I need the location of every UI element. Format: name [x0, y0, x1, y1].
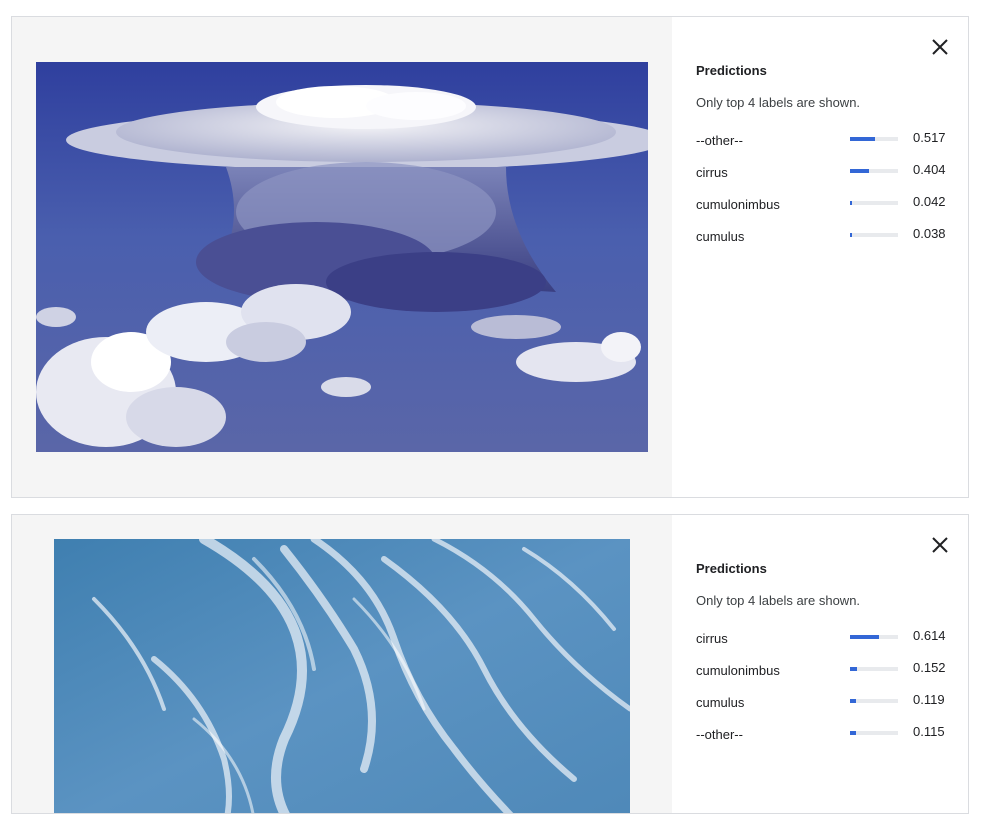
prediction-label: cumulus: [696, 229, 745, 244]
close-icon: [932, 39, 948, 55]
prediction-score: 0.404: [913, 162, 946, 177]
prediction-bar-fill: [850, 233, 852, 237]
prediction-bar-fill: [850, 137, 875, 141]
prediction-bar-fill: [850, 635, 879, 639]
image-pane: [12, 17, 672, 497]
prediction-bar-fill: [850, 699, 856, 703]
prediction-bar: [850, 699, 898, 703]
cirrus-cloud-image: [54, 539, 630, 813]
cumulonimbus-cloud-image: [36, 62, 648, 452]
prediction-bar-fill: [850, 667, 857, 671]
close-icon: [932, 537, 948, 553]
prediction-card-2: Predictions Only top 4 labels are shown.…: [11, 514, 969, 814]
prediction-bar-fill: [850, 731, 856, 735]
prediction-score: 0.119: [913, 692, 945, 707]
prediction-label: --other--: [696, 133, 743, 148]
prediction-row: cumulus 0.119: [696, 692, 948, 724]
prediction-score: 0.517: [913, 130, 946, 145]
prediction-card-1: Predictions Only top 4 labels are shown.…: [11, 16, 969, 498]
predictions-pane: Predictions Only top 4 labels are shown.…: [672, 515, 968, 813]
predictions-note: Only top 4 labels are shown.: [696, 95, 861, 110]
prediction-row: --other-- 0.115: [696, 724, 948, 756]
prediction-score: 0.115: [913, 724, 945, 739]
prediction-score: 0.614: [913, 628, 946, 643]
prediction-bar: [850, 667, 898, 671]
image-pane: [12, 515, 672, 813]
close-button[interactable]: [928, 35, 952, 59]
prediction-bar: [850, 169, 898, 173]
prediction-score: 0.042: [913, 194, 946, 209]
prediction-bar-fill: [850, 169, 869, 173]
prediction-row: cumulonimbus 0.042: [696, 194, 948, 226]
prediction-bar: [850, 137, 898, 141]
prediction-score: 0.152: [913, 660, 946, 675]
prediction-bar: [850, 201, 898, 205]
prediction-row: cirrus 0.404: [696, 162, 948, 194]
prediction-row: cumulus 0.038: [696, 226, 948, 258]
predictions-list: --other-- 0.517 cirrus 0.404 cumulonimbu…: [696, 130, 948, 258]
prediction-label: cumulonimbus: [696, 663, 780, 678]
prediction-row: cirrus 0.614: [696, 628, 948, 660]
prediction-bar: [850, 233, 898, 237]
predictions-list: cirrus 0.614 cumulonimbus 0.152 cumulus …: [696, 628, 948, 756]
prediction-label: cirrus: [696, 631, 728, 646]
prediction-label: --other--: [696, 727, 743, 742]
predictions-note: Only top 4 labels are shown.: [696, 593, 861, 608]
prediction-label: cumulus: [696, 695, 745, 710]
prediction-score: 0.038: [913, 226, 946, 241]
predictions-title: Predictions: [696, 63, 767, 78]
close-button[interactable]: [928, 533, 952, 557]
prediction-label: cumulonimbus: [696, 197, 780, 212]
prediction-row: cumulonimbus 0.152: [696, 660, 948, 692]
prediction-bar-fill: [850, 201, 852, 205]
prediction-row: --other-- 0.517: [696, 130, 948, 162]
predictions-title: Predictions: [696, 561, 767, 576]
predictions-pane: Predictions Only top 4 labels are shown.…: [672, 17, 968, 497]
prediction-bar: [850, 635, 898, 639]
prediction-label: cirrus: [696, 165, 728, 180]
prediction-bar: [850, 731, 898, 735]
